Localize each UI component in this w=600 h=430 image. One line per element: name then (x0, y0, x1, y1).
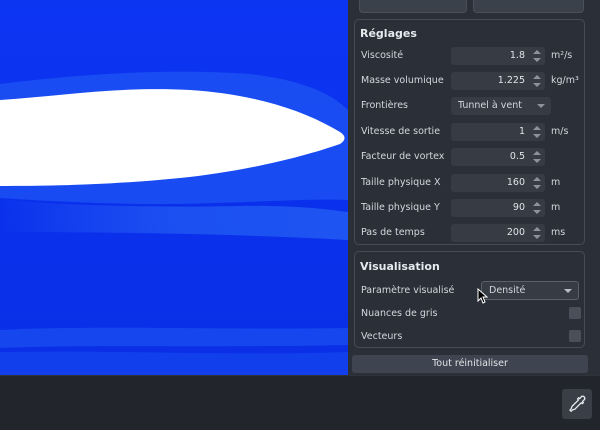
vortex-factor-input[interactable]: 0.5 (451, 148, 545, 166)
spinner-icon[interactable] (532, 226, 542, 240)
vortex-factor-label: Facteur de vortex (361, 151, 445, 162)
grayscale-label: Nuances de gris (361, 308, 438, 319)
vectors-label: Vecteurs (361, 331, 403, 342)
spinner-icon[interactable] (532, 176, 542, 190)
spinner-icon[interactable] (532, 125, 542, 139)
timestep-label: Pas de temps (361, 227, 425, 238)
top-button-right[interactable] (473, 0, 584, 13)
size-y-unit: m (551, 202, 561, 213)
mouse-cursor-icon (477, 288, 489, 304)
visualisation-group: Visualisation Paramètre visualisé Densit… (354, 251, 585, 348)
color-picker-button[interactable] (562, 389, 592, 419)
eyedropper-icon (569, 395, 586, 412)
spinner-icon[interactable] (532, 150, 542, 164)
outlet-speed-label: Vitesse de sortie (361, 126, 441, 137)
size-x-label: Taille physique X (361, 177, 441, 188)
settings-panel: Réglages Viscosité 1.8 m²/s Masse volumi… (348, 0, 600, 375)
outlet-speed-input[interactable]: 1 (451, 123, 545, 141)
spinner-icon[interactable] (532, 49, 542, 63)
visualisation-title: Visualisation (360, 260, 440, 273)
bottom-bar (0, 375, 600, 430)
vectors-checkbox[interactable] (569, 330, 581, 342)
parameter-select[interactable]: Densité (481, 281, 579, 300)
timestep-unit: ms (551, 227, 566, 238)
boundaries-select[interactable]: Tunnel à vent (451, 97, 551, 115)
spinner-icon[interactable] (532, 201, 542, 215)
size-x-unit: m (551, 177, 561, 188)
reset-all-button[interactable]: Tout réinitialiser (352, 355, 588, 373)
viscosity-unit: m²/s (551, 50, 573, 61)
settings-group: Réglages Viscosité 1.8 m²/s Masse volumi… (354, 19, 585, 245)
size-y-input[interactable]: 90 (451, 199, 545, 217)
chevron-down-icon (564, 289, 572, 293)
grayscale-checkbox[interactable] (569, 307, 581, 319)
density-label: Masse volumique (361, 75, 444, 86)
size-y-label: Taille physique Y (361, 202, 440, 213)
boundaries-label: Frontières (361, 100, 409, 111)
viscosity-label: Viscosité (361, 50, 404, 61)
flow-field (0, 0, 348, 375)
settings-title: Réglages (360, 27, 417, 40)
timestep-input[interactable]: 200 (451, 224, 545, 242)
outlet-speed-unit: m/s (551, 126, 569, 137)
size-x-input[interactable]: 160 (451, 174, 545, 192)
density-unit: kg/m³ (551, 75, 579, 86)
viscosity-input[interactable]: 1.8 (451, 47, 545, 65)
parameter-label: Paramètre visualisé (361, 285, 455, 296)
chevron-down-icon (537, 104, 545, 108)
density-input[interactable]: 1.225 (451, 72, 545, 90)
spinner-icon[interactable] (532, 74, 542, 88)
simulation-canvas[interactable] (0, 0, 348, 375)
top-button-left[interactable] (359, 0, 467, 13)
